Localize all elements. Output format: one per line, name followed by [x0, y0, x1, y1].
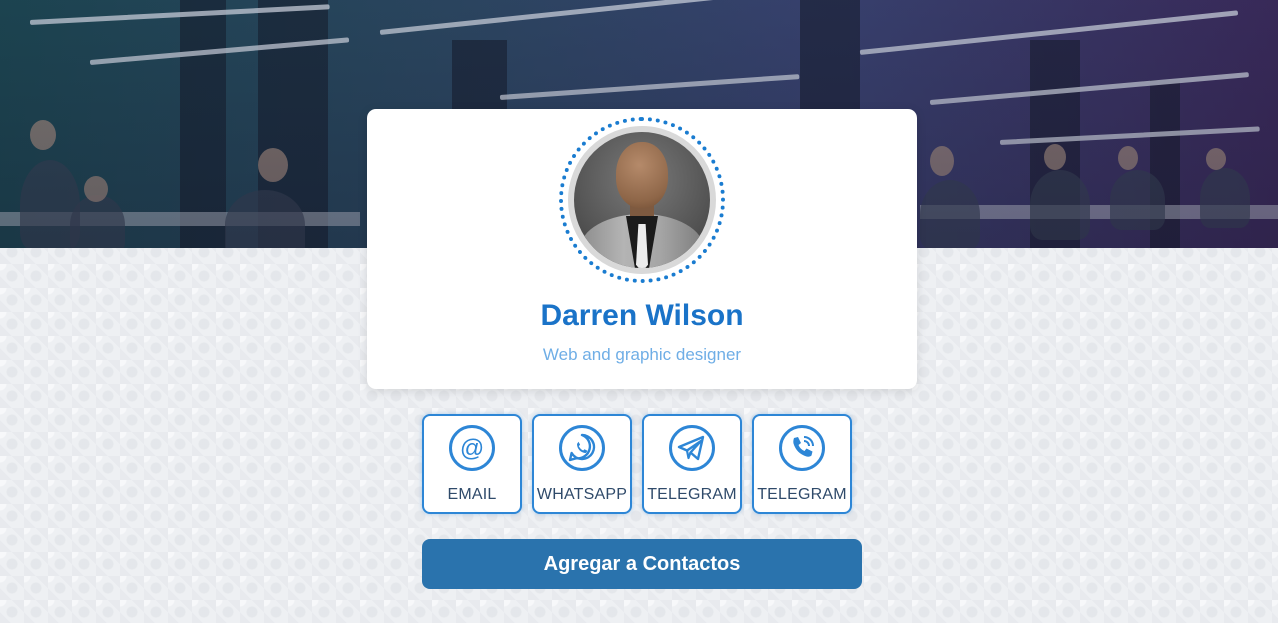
avatar — [568, 126, 716, 274]
email-button[interactable]: @ EMAIL — [422, 414, 522, 514]
email-at-icon: @ — [449, 425, 495, 471]
telegram-label: TELEGRAM — [647, 486, 737, 503]
call-label: TELEGRAM — [757, 486, 847, 503]
contact-buttons: @ EMAIL WHATSAPP TELEGRAM TELEGRAM — [422, 414, 862, 514]
add-to-contacts-button[interactable]: Agregar a Contactos — [422, 539, 862, 589]
profile-role: Web and graphic designer — [542, 345, 742, 364]
telegram-icon — [669, 425, 715, 471]
svg-text:@: @ — [460, 435, 484, 462]
telegram-button[interactable]: TELEGRAM — [642, 414, 742, 514]
whatsapp-label: WHATSAPP — [536, 486, 628, 503]
call-button[interactable]: TELEGRAM — [752, 414, 852, 514]
whatsapp-button[interactable]: WHATSAPP — [532, 414, 632, 514]
profile-name: Darren Wilson — [540, 299, 744, 332]
whatsapp-icon — [559, 425, 605, 471]
avatar-ring — [559, 117, 725, 283]
phone-call-icon — [779, 425, 825, 471]
email-label: EMAIL — [447, 486, 497, 503]
profile-card: Darren Wilson Web and graphic designer — [367, 109, 917, 389]
